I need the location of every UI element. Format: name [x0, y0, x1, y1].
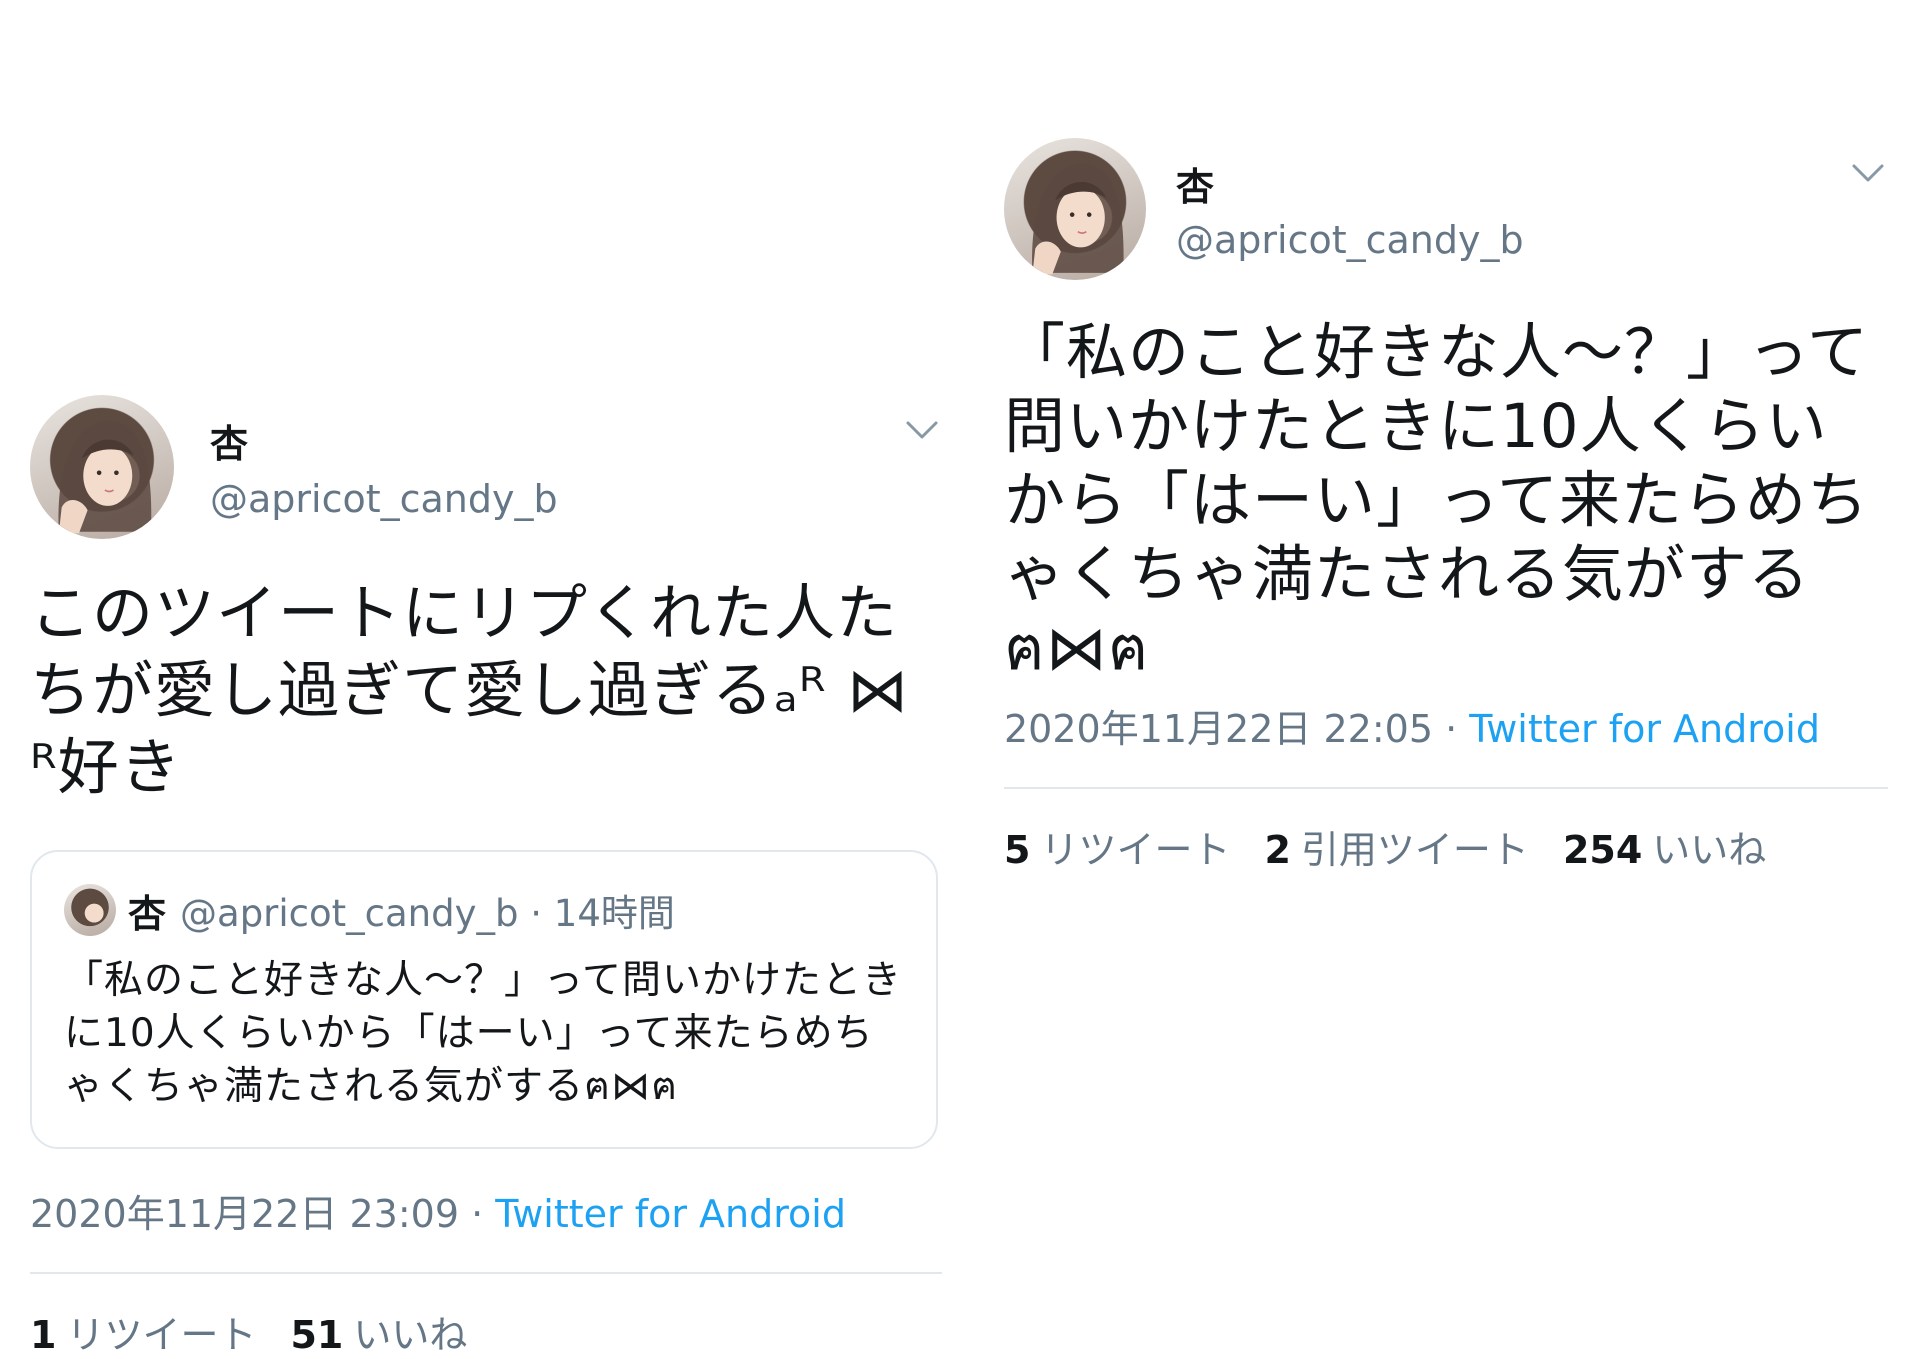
tweet-header: 杏 @apricot_candy_b	[1004, 138, 1888, 288]
tweet-date: 2020年11月22日 22:05	[1004, 707, 1434, 751]
quoted-tweet-header: 杏 @apricot_candy_b · 14時間	[64, 882, 906, 938]
divider	[1004, 787, 1888, 789]
retweet-count[interactable]: 1 リツイート	[30, 1304, 256, 1359]
tweet-text: このツイートにリプくれた人たちが愛し過ぎて愛し過ぎるₐᴿ ⋈ ᴿ好き	[30, 578, 909, 803]
tweet-source-link[interactable]: Twitter for Android	[495, 1192, 846, 1236]
tweet-meta: 2020年11月22日 22:05 · Twitter for Android	[1004, 698, 1888, 753]
avatar[interactable]	[1004, 138, 1146, 280]
like-count[interactable]: 254 いいね	[1563, 819, 1766, 874]
display-name[interactable]: 杏	[210, 413, 248, 468]
tweet-meta: 2020年11月22日 23:09 · Twitter for Android	[30, 1183, 942, 1238]
avatar-illustration	[1032, 163, 1124, 275]
quoted-handle-time: @apricot_candy_b · 14時間	[180, 892, 675, 935]
quoted-avatar	[64, 884, 116, 936]
quoted-tweet[interactable]: 杏 @apricot_candy_b · 14時間 「私のこと好きな人〜？」って…	[30, 850, 938, 1149]
meta-separator: ·	[1433, 707, 1470, 751]
meta-separator: ·	[459, 1192, 496, 1236]
stat-label: 引用ツイート	[1300, 828, 1529, 872]
tweet-stats: 1 リツイート 51 いいね	[30, 1304, 942, 1359]
tweet-header: 杏 @apricot_candy_b	[30, 395, 942, 545]
stat-number: 2	[1264, 828, 1291, 872]
chevron-down-icon[interactable]	[902, 415, 942, 445]
stat-label: いいね	[1652, 828, 1767, 872]
tweet-stats: 5 リツイート 2 引用ツイート 254 いいね	[1004, 819, 1888, 874]
stat-number: 51	[290, 1313, 344, 1357]
quoted-tweet-text: 「私のこと好きな人〜？」って問いかけたときに10人くらいから「はーい」って来たら…	[64, 958, 903, 1109]
retweet-count[interactable]: 5 リツイート	[1004, 819, 1230, 874]
user-handle[interactable]: @apricot_candy_b	[1176, 218, 1524, 262]
stat-label: リツイート	[1040, 828, 1231, 872]
stat-label: リツイート	[66, 1313, 257, 1357]
chevron-down-icon[interactable]	[1848, 158, 1888, 188]
avatar-illustration	[58, 420, 152, 534]
stat-number: 1	[30, 1313, 57, 1357]
tweet-date: 2020年11月22日 23:09	[30, 1192, 460, 1236]
quoted-display-name: 杏	[128, 891, 167, 936]
divider	[30, 1272, 942, 1274]
stat-number: 254	[1562, 828, 1643, 872]
stat-label: いいね	[353, 1313, 468, 1357]
user-handle[interactable]: @apricot_candy_b	[210, 477, 558, 521]
avatar[interactable]	[30, 395, 174, 539]
stat-number: 5	[1004, 828, 1031, 872]
tweet-right[interactable]: 杏 @apricot_candy_b 「私のこと好きな人〜？」って問いかけたとき…	[1004, 138, 1888, 874]
quote-tweet-count[interactable]: 2 引用ツイート	[1264, 819, 1528, 874]
tweet-left[interactable]: 杏 @apricot_candy_b このツイートにリプくれた人たちが愛し過ぎて…	[30, 395, 942, 1359]
display-name[interactable]: 杏	[1176, 156, 1214, 211]
like-count[interactable]: 51 いいね	[290, 1304, 467, 1359]
tweet-source-link[interactable]: Twitter for Android	[1469, 707, 1820, 751]
tweet-text: 「私のこと好きな人〜？」って問いかけたときに10人くらいから「はーい」って来たら…	[1004, 317, 1869, 684]
